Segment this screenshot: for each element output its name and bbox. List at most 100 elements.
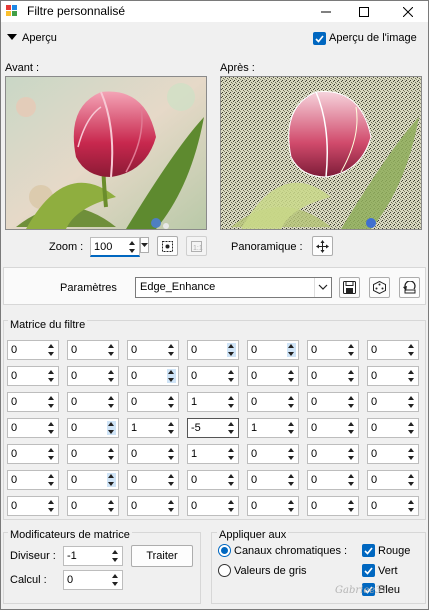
matrix-cell-r4-c3[interactable]: 1 [127,418,179,438]
spinner-arrows-icon[interactable] [167,499,176,513]
matrix-cell-r3-c2[interactable]: 0 [67,392,119,412]
matrix-cell-r7-c7[interactable]: 0 [367,496,419,516]
zoom-spinner[interactable]: 100 [90,237,140,257]
matrix-cell-r7-c1[interactable]: 0 [7,496,59,516]
spinner-arrows-icon[interactable] [167,421,176,435]
spinner-arrows-icon[interactable] [47,343,56,357]
spinner-arrows-icon[interactable] [227,395,236,409]
zoom-dropdown-button[interactable] [140,237,149,253]
matrix-cell-r6-c7[interactable]: 0 [367,470,419,490]
matrix-cell-r6-c3[interactable]: 0 [127,470,179,490]
preview-section-label[interactable]: Aperçu [22,32,57,44]
spinner-arrows-icon[interactable] [287,421,296,435]
spinner-arrows-icon[interactable] [167,369,176,383]
chromatic-channels-radio[interactable] [218,544,231,557]
matrix-cell-r5-c1[interactable]: 0 [7,444,59,464]
matrix-cell-r5-c7[interactable]: 0 [367,444,419,464]
spinner-arrows-icon[interactable] [107,395,116,409]
spinner-arrows-icon[interactable] [347,473,356,487]
matrix-cell-r2-c1[interactable]: 0 [7,366,59,386]
spinner-arrows-icon[interactable] [347,421,356,435]
matrix-cell-r7-c5[interactable]: 0 [247,496,299,516]
spinner-arrows-icon[interactable] [407,473,416,487]
spinner-arrows-icon[interactable] [227,473,236,487]
matrix-cell-r1-c1[interactable]: 0 [7,340,59,360]
pan-button[interactable] [312,236,333,256]
before-preview-image[interactable] [5,76,207,230]
matrix-cell-r1-c3[interactable]: 0 [127,340,179,360]
spinner-arrows-icon[interactable] [167,395,176,409]
matrix-cell-r7-c2[interactable]: 0 [67,496,119,516]
spinner-arrows-icon[interactable] [47,421,56,435]
spinner-arrows-icon[interactable] [287,395,296,409]
spinner-arrows-icon[interactable] [111,549,120,563]
spinner-arrows-icon[interactable] [407,421,416,435]
spinner-arrows-icon[interactable] [347,447,356,461]
randomize-button[interactable] [369,277,390,298]
spinner-arrows-icon[interactable] [287,473,296,487]
matrix-cell-r4-c6[interactable]: 0 [307,418,359,438]
spinner-arrows-icon[interactable] [287,499,296,513]
matrix-cell-r6-c6[interactable]: 0 [307,470,359,490]
spinner-arrows-icon[interactable] [107,343,116,357]
matrix-cell-r6-c5[interactable]: 0 [247,470,299,490]
matrix-cell-r2-c4[interactable]: 0 [187,366,239,386]
spinner-arrows-icon[interactable] [167,473,176,487]
matrix-cell-r4-c1[interactable]: 0 [7,418,59,438]
matrix-cell-r1-c7[interactable]: 0 [367,340,419,360]
matrix-cell-r3-c7[interactable]: 0 [367,392,419,412]
matrix-cell-r5-c6[interactable]: 0 [307,444,359,464]
spinner-arrows-icon[interactable] [107,499,116,513]
matrix-cell-r4-c5[interactable]: 1 [247,418,299,438]
spinner-arrows-icon[interactable] [128,240,137,254]
matrix-cell-r2-c2[interactable]: 0 [67,366,119,386]
spinner-arrows-icon[interactable] [347,499,356,513]
matrix-cell-r7-c3[interactable]: 0 [127,496,179,516]
spinner-arrows-icon[interactable] [227,369,236,383]
matrix-cell-r4-c2[interactable]: 0 [67,418,119,438]
after-preview-image[interactable] [220,76,422,230]
spinner-arrows-icon[interactable] [227,447,236,461]
spinner-arrows-icon[interactable] [407,447,416,461]
spinner-arrows-icon[interactable] [407,369,416,383]
matrix-cell-r2-c3[interactable]: 0 [127,366,179,386]
spinner-arrows-icon[interactable] [347,395,356,409]
spinner-arrows-icon[interactable] [347,369,356,383]
spinner-arrows-icon[interactable] [47,395,56,409]
spinner-arrows-icon[interactable] [167,343,176,357]
spinner-arrows-icon[interactable] [227,343,236,357]
matrix-cell-r3-c4[interactable]: 1 [187,392,239,412]
process-button[interactable]: Traiter [131,545,193,567]
matrix-cell-r4-c4[interactable]: -5 [187,418,239,438]
matrix-cell-r5-c2[interactable]: 0 [67,444,119,464]
matrix-cell-r6-c1[interactable]: 0 [7,470,59,490]
matrix-cell-r3-c1[interactable]: 0 [7,392,59,412]
spinner-arrows-icon[interactable] [111,573,120,587]
spinner-arrows-icon[interactable] [47,369,56,383]
matrix-cell-r5-c4[interactable]: 1 [187,444,239,464]
green-checkbox[interactable] [362,564,375,577]
calc-spinner[interactable]: 0 [63,570,123,590]
matrix-cell-r2-c5[interactable]: 0 [247,366,299,386]
spinner-arrows-icon[interactable] [47,447,56,461]
matrix-cell-r1-c5[interactable]: 0 [247,340,299,360]
save-preset-button[interactable] [339,277,360,298]
matrix-cell-r7-c6[interactable]: 0 [307,496,359,516]
spinner-arrows-icon[interactable] [287,343,296,357]
reset-button[interactable] [399,277,420,298]
spinner-arrows-icon[interactable] [107,369,116,383]
matrix-cell-r5-c3[interactable]: 0 [127,444,179,464]
matrix-cell-r2-c6[interactable]: 0 [307,366,359,386]
spinner-arrows-icon[interactable] [47,499,56,513]
spinner-arrows-icon[interactable] [107,473,116,487]
spinner-arrows-icon[interactable] [107,447,116,461]
preset-combobox[interactable]: Edge_Enhance [135,277,332,298]
matrix-cell-r7-c4[interactable]: 0 [187,496,239,516]
close-button[interactable] [391,1,425,22]
spinner-arrows-icon[interactable] [107,421,116,435]
spinner-arrows-icon[interactable] [167,447,176,461]
zoom-to-fit-button[interactable] [157,236,178,256]
matrix-cell-r1-c2[interactable]: 0 [67,340,119,360]
minimize-button[interactable] [309,1,343,22]
spinner-arrows-icon[interactable] [287,447,296,461]
